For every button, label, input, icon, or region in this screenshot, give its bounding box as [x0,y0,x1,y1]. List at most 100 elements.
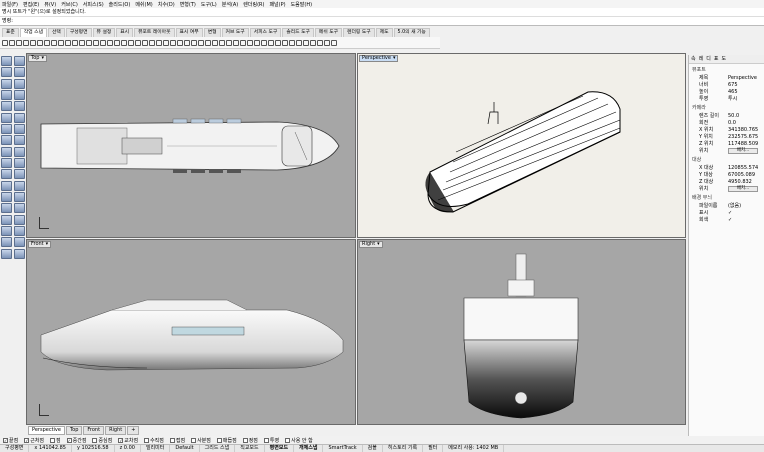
checkbox[interactable]: ✓ [118,437,124,443]
tool-icon[interactable] [58,39,64,46]
osnap-item[interactable]: 점 [50,437,61,444]
tool-icon[interactable] [14,101,25,112]
property-value[interactable]: ✓ [727,217,764,223]
tool-icon[interactable] [310,39,316,46]
tool-icon[interactable] [1,67,12,78]
tool-icon[interactable] [261,39,267,46]
tool-icon[interactable] [233,39,239,46]
menu-item[interactable]: 뷰(V) [44,1,56,8]
osnap-item[interactable]: ✓ 교차점 [118,437,138,444]
tool-icon[interactable] [184,39,190,46]
tool-icon[interactable] [1,89,12,100]
tool-icon[interactable] [14,248,25,259]
tool-icon[interactable] [1,146,12,157]
tool-icon[interactable] [296,39,302,46]
tool-icon[interactable] [1,123,12,134]
tool-icon[interactable] [14,191,25,202]
tool-icon[interactable] [149,39,155,46]
tool-icon[interactable] [14,180,25,191]
tool-icon[interactable] [1,237,12,248]
place-button[interactable]: 배치... [728,148,758,154]
tool-icon[interactable] [289,39,295,46]
menu-item[interactable]: 변형(T) [180,1,196,8]
checkbox[interactable] [169,437,175,443]
tool-icon[interactable] [65,39,71,46]
osnap-item[interactable]: 매듭점 [216,437,237,444]
tool-icon[interactable] [51,39,57,46]
status-grid-snap[interactable]: 그리드 스냅 [200,445,236,452]
tool-icon[interactable] [23,39,29,46]
tool-icon[interactable] [317,39,323,46]
osnap-item[interactable]: 접점 [169,437,185,444]
menu-item[interactable]: 편집(E) [23,1,39,8]
tool-icon[interactable] [163,39,169,46]
property-value[interactable]: 232575.675 [727,134,764,140]
toolbar-tab[interactable]: 뷰포트 레이아웃 [134,28,175,37]
property-value[interactable]: ✓ [727,210,764,216]
property-value[interactable]: Perspective [727,75,764,81]
tool-icon[interactable] [14,56,25,66]
tool-icon[interactable] [121,39,127,46]
tool-icon[interactable] [1,191,12,202]
tool-icon[interactable] [100,39,106,46]
property-value[interactable]: 50.0 [727,113,764,119]
tool-icon[interactable] [240,39,246,46]
tool-icon[interactable] [14,123,25,134]
tool-icon[interactable] [14,225,25,236]
panel-tab[interactable]: 도 [720,56,727,62]
tool-icon[interactable] [1,135,12,146]
checkbox[interactable] [50,437,56,443]
viewport-perspective[interactable]: Perspective ▾ [357,53,686,238]
tool-icon[interactable] [14,112,25,123]
tool-icon[interactable] [14,135,25,146]
menu-item[interactable]: 치수(D) [158,1,175,8]
tool-icon[interactable] [14,169,25,180]
osnap-item[interactable]: 중심점 [92,437,112,444]
checkbox[interactable] [144,437,150,443]
viewport-tab[interactable]: Right [105,426,127,435]
tool-icon[interactable] [247,39,253,46]
status-osnap[interactable]: 개체스냅 [294,445,324,452]
menu-item[interactable]: 파일(F) [2,1,18,8]
tool-icon[interactable] [14,67,25,78]
tool-icon[interactable] [79,39,85,46]
checkbox[interactable]: ✓ [3,437,8,443]
status-smarttrack[interactable]: SmartTrack [323,445,363,452]
checkbox[interactable] [263,437,269,443]
tool-icon[interactable] [1,157,12,168]
tool-icon[interactable] [114,39,120,46]
viewport-top[interactable]: Top ▾ [26,53,356,238]
tool-icon[interactable] [156,39,162,46]
tool-icon[interactable] [14,89,25,100]
panel-tab[interactable]: 레 [698,56,705,62]
toolbar-tab[interactable]: 변형 [203,28,221,37]
menu-item[interactable]: 패널(P) [269,1,285,8]
toolbar-tab[interactable]: 표시 [116,28,134,37]
tool-icon[interactable] [177,39,183,46]
property-value[interactable]: (없음) [727,202,764,209]
menu-item[interactable]: 메쉬(M) [135,1,152,8]
viewport-tab[interactable]: Top [65,426,83,435]
tool-icon[interactable] [1,56,12,66]
tool-icon[interactable] [331,39,337,46]
tool-icon[interactable] [107,39,113,46]
checkbox[interactable]: ✓ [24,437,30,443]
tool-icon[interactable] [72,39,78,46]
osnap-item[interactable]: 사용 안 함 [285,437,313,444]
menu-item[interactable]: 솔리드(O) [109,1,131,8]
osnap-item[interactable]: 사분점 [191,437,211,444]
status-gumball[interactable]: 검볼 [363,445,383,452]
tool-icon[interactable] [324,39,330,46]
tool-icon[interactable] [1,180,12,191]
tool-icon[interactable] [212,39,218,46]
toolbar-tab[interactable]: 서피스 도구 [249,28,282,37]
menu-item[interactable]: 분석(A) [222,1,239,8]
toolbar-tab[interactable]: 선택 [48,28,65,37]
viewport-tab[interactable]: Front [83,426,105,435]
tool-icon[interactable] [16,39,22,46]
tool-icon[interactable] [1,225,12,236]
menu-item[interactable]: 도움말(H) [291,1,312,8]
tool-icon[interactable] [37,39,43,46]
toolbar-tab[interactable]: 표시 여부 [175,28,203,37]
osnap-item[interactable]: 정점 [242,437,258,444]
